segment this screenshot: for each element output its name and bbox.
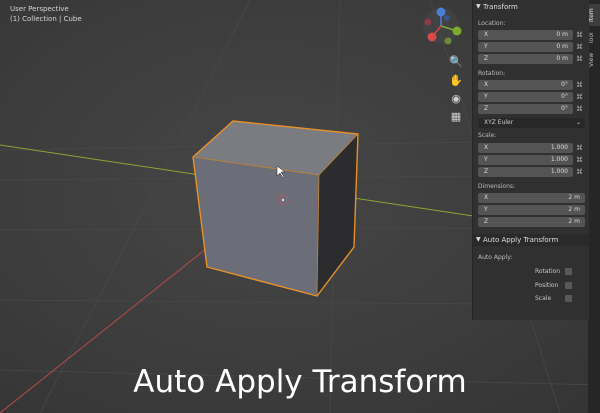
collapse-arrow-icon: ▼ [476, 3, 481, 10]
location-x-field[interactable]: X 0 m [478, 30, 573, 40]
field-value: 2 m [568, 218, 580, 225]
lock-icon[interactable]: ⌘ [576, 31, 584, 39]
dimensions-y-field[interactable]: Y 2 m [478, 205, 585, 215]
scale-option-label: Scale [535, 295, 552, 302]
axis-label: Y [484, 43, 488, 50]
camera-icon[interactable]: ◉ [449, 92, 463, 106]
video-caption: Auto Apply Transform [133, 364, 467, 400]
location-label: Location: [478, 20, 506, 27]
axis-label: X [484, 31, 489, 38]
axis-label: X [484, 81, 489, 88]
field-value: 0 m [556, 55, 568, 62]
dimensions-x-field[interactable]: X 2 m [478, 193, 585, 203]
axis-label: Y [484, 156, 488, 163]
axis-label: Y [484, 93, 488, 100]
field-value: 1.000 [550, 168, 568, 175]
rotation-mode-value: XYZ Euler [484, 119, 514, 126]
rotation-y-field[interactable]: Y 0° [478, 92, 573, 102]
scale-y-field[interactable]: Y 1.000 [478, 155, 573, 165]
dimensions-z-field[interactable]: Z 2 m [478, 217, 585, 227]
tab-view[interactable]: View [588, 50, 600, 70]
tab-item[interactable]: Item [588, 4, 600, 26]
navigation-gizmo[interactable] [423, 7, 462, 45]
zoom-icon[interactable]: 🔍 [449, 55, 463, 69]
lock-icon[interactable]: ⌘ [576, 168, 584, 176]
lock-icon[interactable]: ⌘ [576, 156, 584, 164]
chevron-down-icon: ⌄ [575, 119, 581, 126]
axis-label: Z [484, 105, 489, 112]
field-value: 1.000 [550, 144, 568, 151]
location-y-field[interactable]: Y 0 m [478, 42, 573, 52]
rotation-z-field[interactable]: Z 0° [478, 104, 573, 114]
field-value: 0° [561, 93, 568, 100]
auto-apply-label: Auto Apply: [478, 254, 513, 261]
rotation-x-field[interactable]: X 0° [478, 80, 573, 90]
scale-label: Scale: [478, 132, 497, 139]
lock-icon[interactable]: ⌘ [576, 93, 584, 101]
rotation-label: Rotation: [478, 70, 506, 77]
lock-icon[interactable]: ⌘ [576, 105, 584, 113]
hand-pan-icon[interactable]: ✋ [449, 74, 463, 88]
field-value: 0 m [556, 31, 568, 38]
lock-icon[interactable]: ⌘ [576, 43, 584, 51]
dimensions-label: Dimensions: [478, 183, 516, 190]
position-checkbox[interactable] [565, 282, 572, 289]
field-value: 2 m [568, 206, 580, 213]
axis-label: X [484, 194, 489, 201]
axis-label: Z [484, 168, 489, 175]
lock-icon[interactable]: ⌘ [576, 55, 584, 63]
field-value: 1.000 [550, 156, 568, 163]
position-option-label: Position [535, 282, 559, 289]
field-value: 0° [561, 105, 568, 112]
axis-label: Z [484, 218, 489, 225]
auto-apply-panel-title: Auto Apply Transform [483, 236, 559, 244]
lock-icon[interactable]: ⌘ [576, 144, 584, 152]
rotation-option-label: Rotation [535, 268, 561, 275]
field-value: 0 m [556, 43, 568, 50]
axis-label: Y [484, 206, 488, 213]
location-z-field[interactable]: Z 0 m [478, 54, 573, 64]
collection-label: (1) Collection | Cube [10, 15, 82, 23]
rotation-mode-dropdown[interactable]: XYZ Euler ⌄ [478, 118, 585, 128]
scale-checkbox[interactable] [565, 295, 572, 302]
collapse-arrow-icon: ▼ [476, 236, 481, 243]
auto-apply-panel-header[interactable]: ▼ Auto Apply Transform [473, 234, 589, 246]
rotation-checkbox[interactable] [565, 268, 572, 275]
field-value: 2 m [568, 194, 580, 201]
properties-sidebar: ▼ Transform Location: X 0 m ⌘ Y 0 m ⌘ Z 0 m… [472, 0, 589, 320]
tab-tool[interactable]: Tool [588, 28, 600, 48]
scale-z-field[interactable]: Z 1.000 [478, 167, 573, 177]
transform-panel-header[interactable]: ▼ Transform [473, 1, 589, 13]
grid-icon[interactable]: ▦ [449, 110, 463, 124]
transform-panel-title: Transform [483, 3, 518, 11]
view-title: User Perspective [10, 5, 69, 13]
axis-label: X [484, 144, 489, 151]
sidebar-tabs: Item Tool View [588, 0, 600, 413]
axis-label: Z [484, 55, 489, 62]
scale-x-field[interactable]: X 1.000 [478, 143, 573, 153]
field-value: 0° [561, 81, 568, 88]
cube-object[interactable] [192, 120, 359, 297]
lock-icon[interactable]: ⌘ [576, 81, 584, 89]
